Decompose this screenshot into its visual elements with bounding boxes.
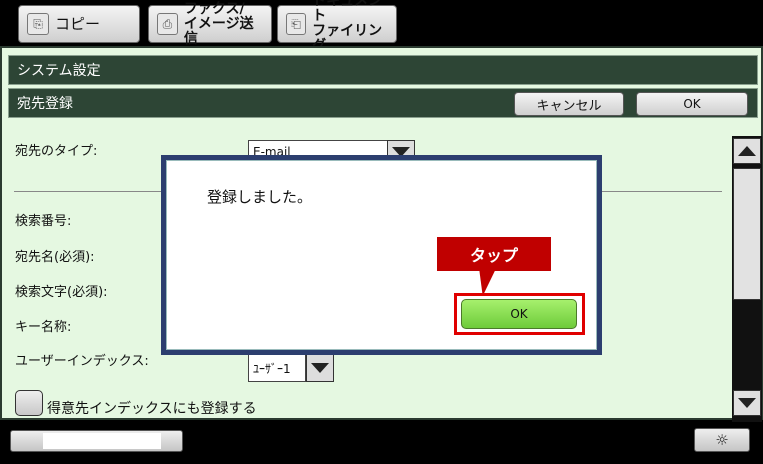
tab-copy[interactable]: ⎘ コピー (18, 5, 140, 43)
system-settings-header: システム設定 (8, 55, 758, 85)
filing-icon: ⎗ (286, 13, 307, 35)
tap-callout: タップ (437, 237, 551, 271)
tab-fax-image-send[interactable]: ⎙ ファクス/ イメージ送信 (148, 1, 272, 46)
chevron-down-icon (311, 363, 329, 373)
favorite-index-label: 得意先インデックスにも登録する (47, 401, 257, 417)
job-status-button[interactable] (10, 430, 183, 452)
user-index-select[interactable]: ﾕｰｻﾞｰ1 (248, 354, 306, 382)
dialog-ok-button[interactable]: OK (461, 299, 577, 329)
search-number-label: 検索番号: (15, 214, 72, 229)
brightness-icon: ☼ (715, 431, 729, 449)
destination-type-label: 宛先のタイプ: (15, 144, 98, 159)
tab-fax-label: ファクス/ イメージ送信 (183, 0, 254, 47)
fax-icon: ⎙ (157, 13, 178, 35)
scroll-thumb[interactable] (733, 168, 761, 300)
key-name-label: キー名称: (15, 320, 72, 335)
page-subtitle: 宛先登録 (17, 96, 73, 112)
search-text-label: 検索文字(必須): (15, 285, 108, 300)
arrow-down-icon (738, 398, 756, 408)
job-status-display (43, 433, 161, 449)
tab-copy-label: コピー (55, 14, 101, 33)
favorite-index-checkbox[interactable] (15, 390, 43, 416)
tab-document-filing[interactable]: ⎗ ドキュメント ファイリング (277, 0, 397, 54)
user-index-label: ユーザーインデックス: (15, 354, 149, 369)
destination-name-label: 宛先名(必須): (15, 250, 95, 265)
cancel-button[interactable]: キャンセル (514, 92, 624, 116)
dialog-message: 登録しました。 (207, 188, 313, 206)
ok-button[interactable]: OK (636, 92, 748, 116)
user-index-dropdown[interactable] (306, 354, 334, 382)
screen-frame: ⎘ コピー ⎙ ファクス/ イメージ送信 ⎗ ドキュメント ファイリング システ… (0, 0, 763, 464)
copy-icon: ⎘ (27, 13, 49, 35)
page-title: システム設定 (17, 63, 101, 79)
brightness-button[interactable]: ☼ (694, 428, 750, 452)
scroll-up-button[interactable] (733, 138, 761, 164)
scroll-down-button[interactable] (733, 390, 761, 416)
arrow-up-icon (738, 146, 756, 156)
